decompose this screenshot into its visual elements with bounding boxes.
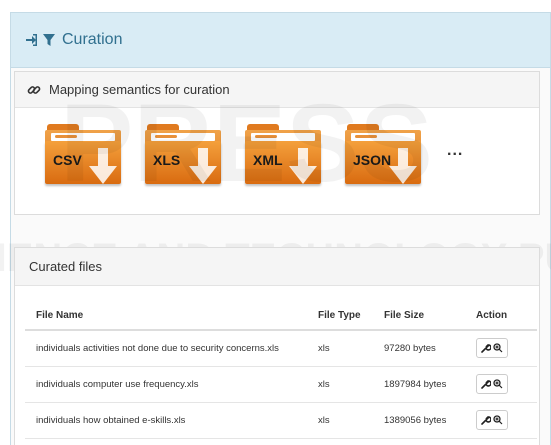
table-row: individuals computer use frequency.xls x…	[25, 366, 537, 403]
file-size-cell: 1897984 bytes	[373, 366, 465, 403]
file-size-cell: 97280 bytes	[373, 330, 465, 367]
curate-action-button[interactable]	[476, 410, 508, 430]
table-header-row: File Name File Type File Size Action	[25, 300, 537, 331]
folder-label: XML	[253, 152, 283, 168]
curate-action-button[interactable]	[476, 338, 508, 359]
xml-folder-button[interactable]: XML	[245, 124, 321, 186]
sign-in-icon	[25, 33, 39, 47]
file-name-cell: individuals activities not done due to s…	[25, 330, 307, 367]
download-arrow-icon	[89, 148, 117, 184]
column-header-action: Action	[465, 300, 537, 331]
wrench-icon	[481, 344, 491, 354]
folder-label: CSV	[53, 152, 82, 168]
download-arrow-icon	[189, 148, 217, 184]
xls-folder-button[interactable]: XLS	[145, 124, 221, 186]
search-plus-icon	[493, 343, 503, 353]
mapping-title: Mapping semantics for curation	[49, 82, 230, 97]
curated-files-panel: Curated files File Name File Type File S…	[14, 247, 540, 445]
curate-action-button[interactable]	[476, 374, 508, 394]
file-size-cell: 1389056 bytes	[373, 402, 465, 439]
mapping-header: Mapping semantics for curation	[15, 72, 539, 108]
table-row: individuals activities not done due to s…	[25, 330, 537, 367]
file-type-cell: xls	[307, 330, 373, 367]
csv-folder-button[interactable]: CSV	[45, 124, 121, 186]
folder-label: JSON	[353, 152, 392, 168]
wrench-icon	[481, 380, 491, 389]
file-type-cell: xls	[307, 402, 373, 439]
action-cell	[465, 330, 537, 367]
mapping-panel: Mapping semantics for curation CSV XLS X…	[14, 71, 540, 215]
file-name-cell: individuals how obtained e-skills.xls	[25, 402, 307, 439]
curated-header: Curated files	[15, 248, 539, 286]
wrench-icon	[481, 416, 491, 425]
action-cell	[465, 366, 537, 403]
file-name-cell: individuals computer use frequency.xls	[25, 366, 307, 403]
more-formats-button[interactable]: ...	[447, 142, 463, 160]
page-title: Curation	[62, 31, 123, 48]
curated-files-table: File Name File Type File Size Action ind…	[25, 300, 537, 439]
json-folder-button[interactable]: JSON	[345, 124, 421, 186]
filter-icon	[43, 33, 55, 47]
file-type-cell: xls	[307, 366, 373, 403]
download-arrow-icon	[289, 148, 317, 184]
column-header-file-name: File Name	[25, 300, 307, 331]
action-cell	[465, 402, 537, 439]
link-icon	[27, 83, 41, 97]
download-arrow-icon	[389, 148, 417, 184]
search-plus-icon	[493, 415, 503, 425]
panel-header: Curation	[11, 13, 550, 68]
column-header-file-type: File Type	[307, 300, 373, 331]
folder-list: CSV XLS XML JSON ...	[15, 108, 539, 214]
column-header-file-size: File Size	[373, 300, 465, 331]
folder-label: XLS	[153, 152, 181, 168]
table-row: individuals how obtained e-skills.xls xl…	[25, 402, 537, 439]
search-plus-icon	[493, 379, 503, 389]
